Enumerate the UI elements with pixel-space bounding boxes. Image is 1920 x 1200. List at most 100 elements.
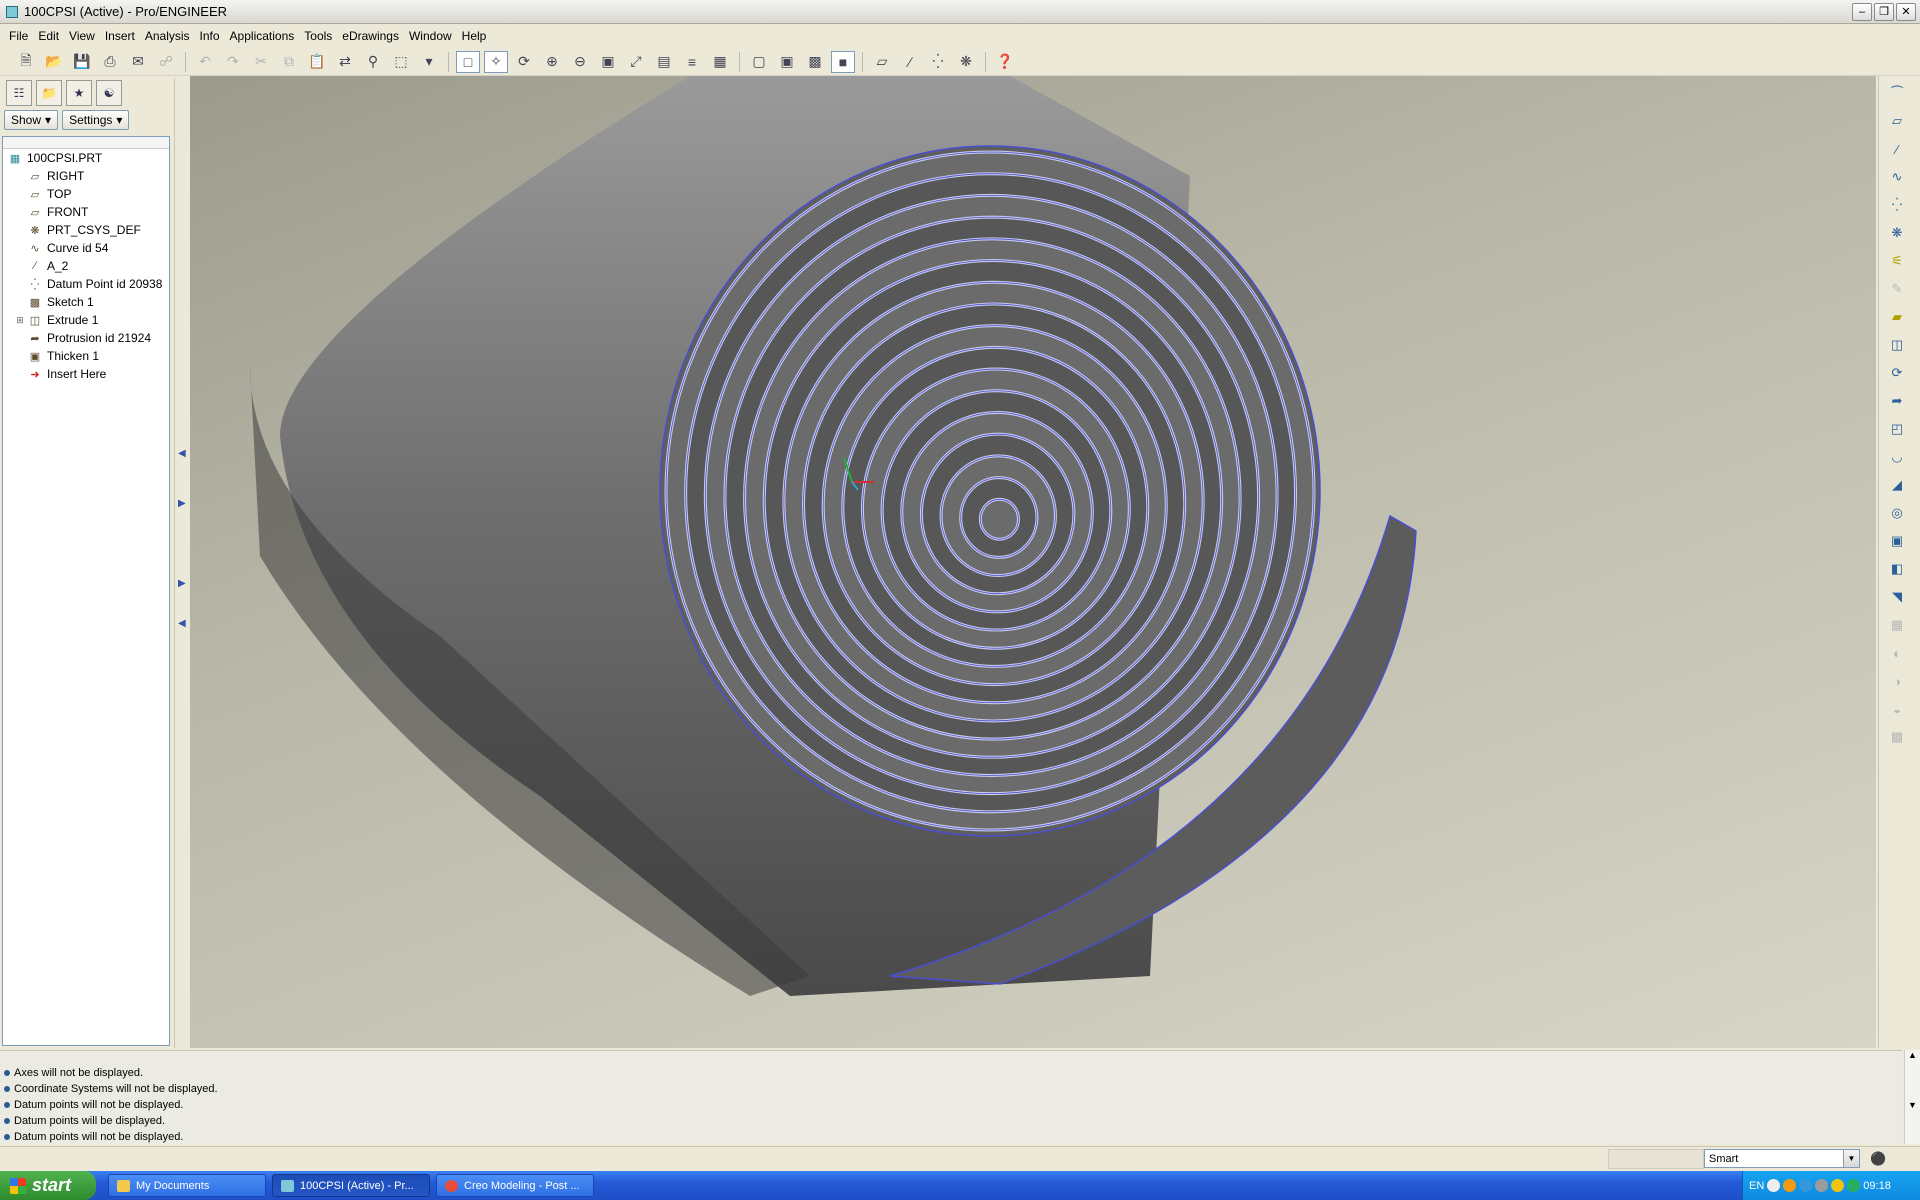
graphics-window[interactable] [190,76,1876,1048]
pane-splitter[interactable]: ◀ ▶ ▶ ◀ [174,78,188,1048]
collapse-arrow-icon[interactable]: ◀ [178,448,186,459]
tree-item[interactable]: ▣ Thicken 1 [3,347,169,365]
reorient-icon[interactable]: ⤢ [624,51,648,73]
settings-dropdown[interactable]: Settings ▾ [62,110,130,130]
cut-icon[interactable]: ✂ [249,51,273,73]
model-tree-tab-icon[interactable]: ☷ [6,80,32,106]
datum-plane-display-icon[interactable]: ▱ [870,51,894,73]
folder-browser-tab-icon[interactable]: 📁 [36,80,62,106]
thicken-tool-icon[interactable]: ▩ [1885,726,1909,748]
undo-icon[interactable]: ↶ [193,51,217,73]
taskbar-item-browser[interactable]: Creo Modeling - Post ... [436,1174,594,1197]
sketch-tool-icon[interactable]: ⏜ [1885,82,1909,104]
tree-item[interactable]: ∿ Curve id 54 [3,239,169,257]
orient-mode-icon[interactable]: ⟳ [512,51,536,73]
minimize-button[interactable]: – [1852,3,1872,21]
extrude-tool-icon[interactable]: ◫ [1885,334,1909,356]
chevron-down-icon[interactable]: ▼ [1843,1150,1859,1167]
merge-tool-icon[interactable]: ◑ [1885,670,1909,692]
menu-analysis[interactable]: Analysis [140,29,195,43]
no-hidden-icon[interactable]: ▩ [803,51,827,73]
datum-axis-display-icon[interactable]: ∕ [898,51,922,73]
blend-tool-icon[interactable]: ◰ [1885,418,1909,440]
draft-tool-icon[interactable]: ◥ [1885,586,1909,608]
menu-insert[interactable]: Insert [100,29,140,43]
maximize-button[interactable]: ❐ [1874,3,1894,21]
show-dropdown[interactable]: Show ▾ [4,110,59,130]
copy-icon[interactable]: ⧉ [277,51,301,73]
layers-icon[interactable]: ≡ [680,51,704,73]
datum-point-tool-icon[interactable]: ⁛ [1885,194,1909,216]
tree-item[interactable]: ▱ TOP [3,185,169,203]
favorites-tab-icon[interactable]: ★ [66,80,92,106]
repaint-icon[interactable]: □ [456,50,480,73]
email-link-icon[interactable]: ☍ [154,51,178,73]
update-icon[interactable] [1815,1179,1829,1192]
dropdown-arrow-icon[interactable]: ▾ [417,51,441,73]
datum-point-display-icon[interactable]: ⁛ [926,51,950,73]
expand-arrow-icon[interactable]: ▶ [178,578,186,589]
wireframe-icon[interactable]: ▢ [747,51,771,73]
saved-views-icon[interactable]: ▤ [652,51,676,73]
menu-edit[interactable]: Edit [33,29,64,43]
trim-tool-icon[interactable]: ◒ [1885,698,1909,720]
regenerate-icon[interactable]: ⇄ [333,51,357,73]
pattern-tool-icon[interactable]: ▦ [1885,614,1909,636]
hidden-line-icon[interactable]: ▣ [775,51,799,73]
menu-help[interactable]: Help [457,29,492,43]
menu-edrawings[interactable]: eDrawings [337,29,404,43]
annotation-tool-icon[interactable]: ✎ [1885,278,1909,300]
sketched-datum-icon[interactable]: ▰ [1885,306,1909,328]
menu-view[interactable]: View [64,29,100,43]
menu-window[interactable]: Window [404,29,457,43]
selection-box-icon[interactable]: ⬚ [389,51,413,73]
datum-plane-tool-icon[interactable]: ▱ [1885,110,1909,132]
email-icon[interactable]: ✉ [126,51,150,73]
menu-info[interactable]: Info [195,29,225,43]
tree-item[interactable]: ❋ PRT_CSYS_DEF [3,221,169,239]
security-icon[interactable] [1783,1179,1797,1192]
save-icon[interactable]: 💾 [70,51,94,73]
shell-tool-icon[interactable]: ▣ [1885,530,1909,552]
expand-arrow-icon[interactable]: ▶ [178,498,186,509]
collapse-arrow-icon[interactable]: ◀ [178,618,186,629]
spin-center-icon[interactable]: ✧ [484,50,508,73]
tree-item[interactable]: ▱ RIGHT [3,167,169,185]
selection-filter-select[interactable]: Smart ▼ [1704,1149,1860,1168]
volume-icon[interactable] [1847,1179,1861,1192]
redo-icon[interactable]: ↷ [221,51,245,73]
tree-item[interactable]: ➜ Insert Here [3,365,169,383]
tree-item[interactable]: ⁛ Datum Point id 20938 [3,275,169,293]
menu-applications[interactable]: Applications [225,29,300,43]
bluetooth-icon[interactable] [1799,1179,1813,1192]
tree-item[interactable]: ▱ FRONT [3,203,169,221]
analysis-tool-icon[interactable]: ⚟ [1885,250,1909,272]
new-file-icon[interactable]: 🗎 [14,51,38,73]
expand-icon[interactable]: ⊞ [15,315,25,325]
sweep-tool-icon[interactable]: ➦ [1885,390,1909,412]
paste-icon[interactable]: 📋 [305,51,329,73]
datum-axis-tool-icon[interactable]: ∕ [1885,138,1909,160]
find-icon[interactable]: ⚲ [361,51,385,73]
mirror-tool-icon[interactable]: ◐ [1885,642,1909,664]
message-scrollbar[interactable]: ▲ ▼ [1904,1050,1920,1144]
hole-tool-icon[interactable]: ◎ [1885,502,1909,524]
tree-item[interactable]: ∕ A_2 [3,257,169,275]
zoom-out-icon[interactable]: ⊖ [568,51,592,73]
menu-tools[interactable]: Tools [299,29,337,43]
connections-tab-icon[interactable]: ☯ [96,80,122,106]
context-help-icon[interactable]: ❓ [993,51,1017,73]
open-file-icon[interactable]: 📂 [42,51,66,73]
taskbar-item-proengineer[interactable]: 100CPSI (Active) - Pr... [272,1174,430,1197]
menu-file[interactable]: File [4,29,33,43]
tree-item[interactable]: ➦ Protrusion id 21924 [3,329,169,347]
rib-tool-icon[interactable]: ◧ [1885,558,1909,580]
tree-item[interactable]: ▩ Sketch 1 [3,293,169,311]
tree-item[interactable]: ⊞ ◫ Extrude 1 [3,311,169,329]
taskbar-item-my-documents[interactable]: My Documents [108,1174,266,1197]
print-icon[interactable]: ⎙ [98,51,122,73]
csys-display-icon[interactable]: ❋ [954,51,978,73]
shading-icon[interactable]: ■ [831,50,855,73]
shield-icon[interactable] [1831,1179,1845,1192]
chamfer-tool-icon[interactable]: ◢ [1885,474,1909,496]
